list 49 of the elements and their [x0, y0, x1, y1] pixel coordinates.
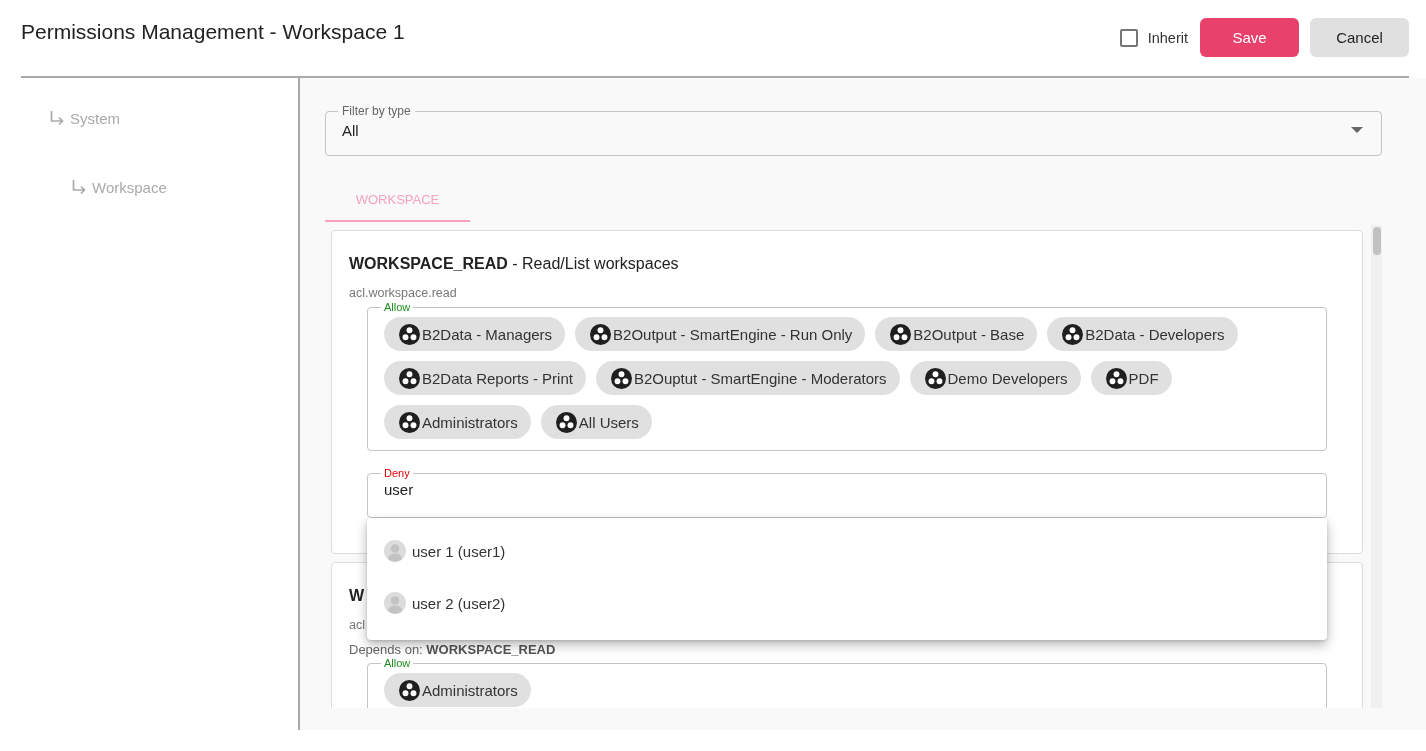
deny-input[interactable]: Deny user [367, 467, 1327, 518]
permission-key: acl.workspace.read [349, 286, 457, 301]
three-dot-circle-icon [399, 367, 420, 389]
three-dot-circle-icon [399, 679, 420, 701]
user-avatar-icon [384, 540, 406, 562]
window-title: Permissions Management - Workspace 1 [21, 20, 405, 44]
user-option[interactable]: user 2 (user2) [367, 577, 1327, 629]
deny-label: Deny [383, 467, 411, 480]
user-avatar-icon [384, 592, 406, 614]
three-dot-circle-icon [610, 367, 632, 389]
inherit-checkbox[interactable] [1119, 28, 1138, 47]
corner-arrow-icon [71, 179, 87, 195]
group-chip[interactable]: Administrators [384, 673, 531, 707]
filter-label: Filter by type [341, 104, 412, 118]
inherit-label: Inherit [1147, 29, 1188, 46]
scrollbar-thumb[interactable] [1372, 227, 1381, 255]
three-dot-circle-icon [924, 367, 946, 389]
allow-label: Allow [383, 301, 412, 314]
filter-select[interactable]: Filter by type All [325, 104, 1382, 156]
group-chip[interactable]: PDF [1090, 361, 1172, 395]
three-dot-circle-icon [1062, 323, 1084, 345]
group-chip[interactable]: B2Output - SmartEngine - Run Only [575, 317, 866, 351]
three-dot-circle-icon [555, 411, 577, 433]
scrollbar[interactable] [1371, 225, 1382, 708]
permission-key: acl [349, 618, 365, 633]
group-chip[interactable]: B2Data - Developers [1047, 317, 1238, 351]
corner-arrow-icon [49, 110, 65, 126]
allow-field[interactable]: Allow Administrators [367, 657, 1327, 708]
three-dot-circle-icon [890, 323, 912, 345]
group-chip[interactable]: B2Data - Managers [384, 317, 566, 351]
permission-title: W [349, 586, 365, 606]
three-dot-circle-icon [1105, 367, 1127, 389]
group-chip[interactable]: All Users [540, 405, 652, 439]
allow-label: Allow [383, 657, 412, 670]
three-dot-circle-icon [590, 323, 612, 345]
group-chip[interactable]: Demo Developers [909, 361, 1081, 395]
permission-title: WORKSPACE_READ - Read/List workspaces [349, 254, 679, 274]
depends-on-text: Depends on: WORKSPACE_READ [349, 643, 556, 657]
three-dot-circle-icon [399, 323, 420, 345]
caret-icon [1351, 127, 1363, 133]
group-chip[interactable]: B2Ouptut - SmartEngine - Moderators [595, 361, 900, 395]
group-chip[interactable]: Administrators [384, 405, 531, 439]
allow-field[interactable]: Allow B2Data - Managers B2Output - SmartEngine - Run Only B2Output - Base B2Data - Developers B2Data Reports - Print B2Ouptut - SmartEngine - Moderators Demo Developers PDF Administrators All Users [367, 301, 1327, 451]
user-option[interactable]: user 1 (user1) [367, 525, 1327, 577]
three-dot-circle-icon [399, 411, 420, 433]
save-button[interactable]: Save [1200, 18, 1299, 57]
cancel-button[interactable]: Cancel [1310, 18, 1409, 57]
group-chip[interactable]: B2Output - Base [875, 317, 1038, 351]
group-chip[interactable]: B2Data Reports - Print [384, 361, 586, 395]
